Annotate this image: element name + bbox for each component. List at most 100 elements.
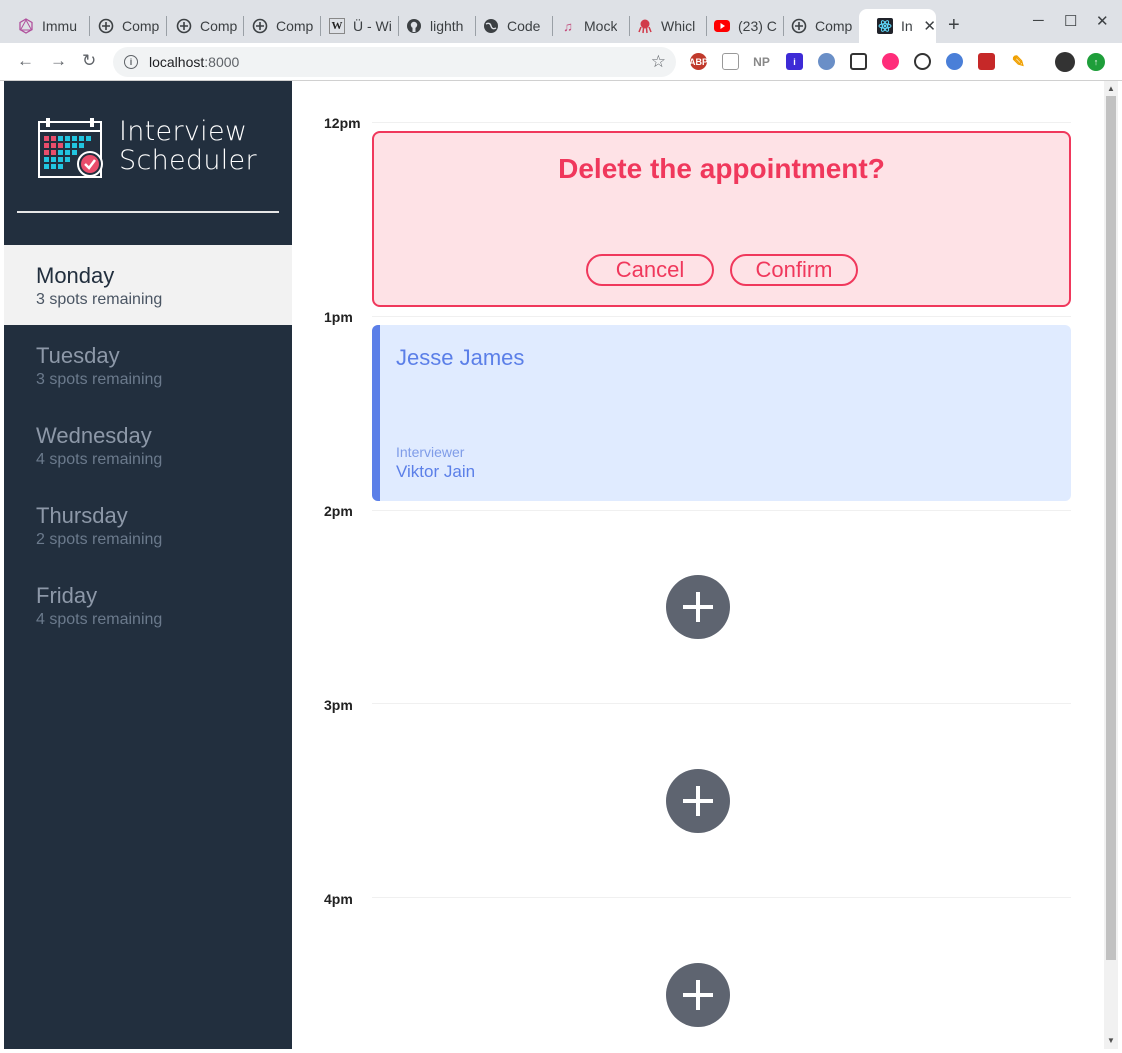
day-name: Thursday bbox=[36, 503, 128, 528]
day-list-item-thursday[interactable]: Thursday 2 spots remaining bbox=[4, 485, 292, 565]
compass-icon bbox=[252, 18, 268, 34]
github-icon bbox=[406, 18, 422, 34]
day-list-item-tuesday[interactable]: Tuesday 3 spots remaining bbox=[4, 325, 292, 405]
back-icon[interactable]: ← bbox=[17, 51, 34, 71]
confirm-message: Delete the appointment? bbox=[558, 153, 885, 184]
window-close-icon[interactable]: ✕ bbox=[1096, 12, 1109, 30]
adblock-extension-icon[interactable]: ABP bbox=[689, 53, 708, 70]
bookmark-star-icon[interactable]: ☆ bbox=[651, 52, 666, 72]
time-divider bbox=[372, 316, 1071, 317]
time-divider bbox=[372, 122, 1071, 123]
scrollbar-thumb[interactable] bbox=[1106, 96, 1116, 960]
plus-icon bbox=[683, 592, 713, 622]
info-extension-icon[interactable]: i bbox=[786, 53, 803, 70]
globe-icon bbox=[483, 18, 499, 34]
time-label: 3pm bbox=[324, 697, 353, 713]
reload-icon[interactable]: ↻ bbox=[82, 51, 96, 71]
day-name: Tuesday bbox=[36, 343, 120, 368]
profile-avatar[interactable] bbox=[1055, 52, 1075, 72]
browser-tab[interactable]: Code bbox=[465, 9, 551, 43]
url-host: localhost bbox=[149, 54, 205, 70]
time-label: 2pm bbox=[324, 503, 353, 519]
day-spots: 4 spots remaining bbox=[36, 451, 163, 468]
calendar-logo-icon bbox=[38, 118, 104, 183]
day-list-item-monday[interactable]: Monday 3 spots remaining bbox=[4, 245, 292, 325]
cancel-button[interactable]: Cancel bbox=[586, 254, 714, 286]
brand-line-2: Scheduler bbox=[119, 145, 257, 176]
music-icon: ♫ bbox=[563, 18, 573, 34]
app-brand: Interview Scheduler bbox=[119, 117, 257, 175]
compass-icon bbox=[791, 18, 807, 34]
day-list-item-wednesday[interactable]: Wednesday 4 spots remaining bbox=[4, 405, 292, 485]
add-appointment-button[interactable] bbox=[666, 769, 730, 833]
browser-toolbar: ← → ↻ i localhost:8000 ☆ ABP NP i ✎ ↑ bbox=[0, 43, 1122, 81]
np-extension-icon[interactable]: NP bbox=[753, 53, 770, 70]
schedule: 12pm Delete the appointment? Cancel Conf… bbox=[292, 81, 1104, 1049]
update-icon[interactable]: ↑ bbox=[1087, 53, 1105, 71]
time-label: 1pm bbox=[324, 309, 353, 325]
brand-line-1: Interview bbox=[119, 116, 248, 147]
close-tab-icon[interactable]: ✕ bbox=[923, 17, 936, 35]
browser-tab[interactable]: lighth bbox=[388, 9, 476, 43]
day-list-item-friday[interactable]: Friday 4 spots remaining bbox=[4, 565, 292, 645]
compass-extension-icon[interactable] bbox=[946, 53, 963, 70]
forward-icon[interactable]: → bbox=[50, 51, 67, 71]
student-name: Jesse James bbox=[396, 345, 525, 370]
time-divider bbox=[372, 897, 1071, 898]
pencil-icon[interactable]: ✎ bbox=[1010, 53, 1027, 71]
sidebar-divider bbox=[17, 211, 279, 213]
circle-extension-icon[interactable] bbox=[914, 53, 931, 70]
browser-tab[interactable]: Comp bbox=[234, 9, 320, 43]
site-info-icon[interactable]: i bbox=[124, 55, 138, 69]
owl-extension-icon[interactable] bbox=[818, 53, 835, 70]
address-bar[interactable]: i localhost:8000 ☆ bbox=[113, 47, 676, 77]
day-spots: 3 spots remaining bbox=[36, 291, 163, 308]
maximize-icon[interactable]: ☐ bbox=[1064, 12, 1077, 30]
delete-confirmation: Delete the appointment? Cancel Confirm bbox=[372, 131, 1071, 307]
sidebar: Interview Scheduler Monday 3 spots remai… bbox=[4, 81, 292, 1049]
browser-tab[interactable]: Comp bbox=[80, 9, 166, 43]
browser-tab-strip: Immu Comp Comp Comp W Ü - Wi lighth Code… bbox=[0, 0, 1122, 43]
day-spots: 2 spots remaining bbox=[36, 531, 163, 548]
scroll-up-icon[interactable]: ▲ bbox=[1107, 84, 1115, 93]
time-label: 12pm bbox=[324, 115, 361, 131]
time-divider bbox=[372, 510, 1071, 511]
browser-tab-active[interactable]: Int ✕ bbox=[859, 9, 936, 43]
browser-tab[interactable]: (23) C bbox=[696, 9, 784, 43]
appointment-accent bbox=[372, 325, 380, 501]
youtube-icon bbox=[714, 18, 730, 34]
compass-icon bbox=[98, 18, 114, 34]
browser-tab[interactable]: Comp bbox=[158, 9, 242, 43]
compass-icon bbox=[176, 18, 192, 34]
bug-extension-icon[interactable] bbox=[978, 53, 995, 70]
wikipedia-icon: W bbox=[329, 18, 345, 34]
moon-extension-icon[interactable] bbox=[882, 53, 899, 70]
new-tab-button[interactable]: + bbox=[948, 14, 960, 37]
browser-tab[interactable]: Immu bbox=[0, 9, 88, 43]
graphql-icon bbox=[18, 18, 34, 34]
octopus-icon bbox=[637, 18, 653, 34]
time-label: 4pm bbox=[324, 891, 353, 907]
day-spots: 4 spots remaining bbox=[36, 611, 163, 628]
day-name: Wednesday bbox=[36, 423, 152, 448]
confirm-button[interactable]: Confirm bbox=[730, 254, 858, 286]
plus-icon bbox=[683, 980, 713, 1010]
browser-tab[interactable]: ♫ Mock bbox=[542, 9, 630, 43]
browser-tab[interactable]: Whicl bbox=[619, 9, 707, 43]
day-name: Monday bbox=[36, 263, 115, 288]
interviewer-name: Viktor Jain bbox=[396, 462, 476, 481]
browser-tab[interactable]: W Ü - Wi bbox=[311, 9, 399, 43]
appointment-card[interactable]: Jesse James Interviewer Viktor Jain bbox=[372, 325, 1071, 501]
day-spots: 3 spots remaining bbox=[36, 371, 163, 388]
day-name: Friday bbox=[36, 583, 98, 608]
interviewer-label: Interviewer bbox=[396, 444, 465, 460]
minimize-icon[interactable]: ─ bbox=[1033, 12, 1044, 29]
scrollbar[interactable]: ▲ ▼ bbox=[1104, 81, 1118, 1049]
picture-in-picture-icon[interactable] bbox=[850, 53, 867, 70]
url-port: :8000 bbox=[204, 54, 240, 70]
extension-icon[interactable] bbox=[722, 53, 739, 70]
browser-tab[interactable]: Comp bbox=[773, 9, 859, 43]
scroll-down-icon[interactable]: ▼ bbox=[1107, 1036, 1115, 1045]
add-appointment-button[interactable] bbox=[666, 575, 730, 639]
add-appointment-button[interactable] bbox=[666, 963, 730, 1027]
